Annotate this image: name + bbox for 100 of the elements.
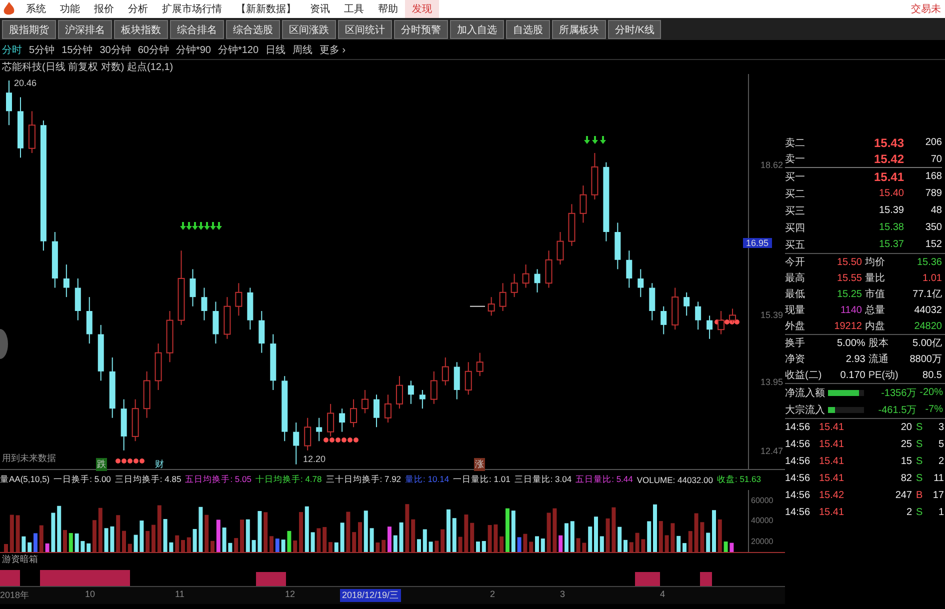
order-price: 15.42 [811, 151, 904, 168]
chart-marker: 涨 [474, 458, 485, 471]
period-tab[interactable]: 分钟*90 [176, 42, 211, 56]
order-volume: 48 [930, 205, 942, 216]
flow-percent: -7% [924, 404, 943, 415]
price-line [470, 306, 486, 307]
period-tab[interactable]: 15分钟 [62, 42, 93, 56]
toolbar-button[interactable]: 综合排名 [170, 20, 224, 38]
flow-percent: -20% [920, 387, 943, 398]
menu-item[interactable]: 扩展市场行情 [155, 0, 229, 18]
candlestick [638, 268, 644, 298]
indicator-value: 三十日均换手: 7.92 [326, 474, 402, 486]
tick-time: 14:56 [785, 456, 810, 467]
indicator-value: 一日换手: 5.00 [54, 474, 111, 486]
menu-item[interactable]: 帮助 [371, 0, 405, 18]
tick-price: 15.41 [818, 473, 844, 484]
date-axis-label: 2 [490, 589, 496, 599]
menu-item[interactable]: 工具 [337, 0, 371, 18]
period-tab[interactable]: 周线 [292, 42, 313, 56]
candlestick [510, 273, 518, 298]
date-axis-label: 3 [560, 589, 566, 599]
candlestick [580, 185, 587, 224]
tick-price: 15.41 [818, 422, 844, 433]
period-tab[interactable]: 分时 [2, 42, 22, 56]
toolbar-button[interactable]: 分时/K线 [608, 20, 662, 38]
menu-item[interactable]: 分析 [121, 0, 155, 18]
toolbar-button[interactable]: 自选股 [506, 20, 550, 38]
date-axis-label: 11 [175, 589, 184, 599]
tick-price: 15.42 [818, 490, 844, 501]
stat-value: 15.36 [916, 256, 942, 268]
candlestick [419, 390, 426, 410]
candlestick [201, 287, 208, 321]
period-tab[interactable]: 分钟*120 [218, 42, 259, 56]
tick-volume: 2 [905, 507, 912, 518]
toolbar-button[interactable]: 分时预警 [394, 20, 448, 38]
indicator-value: 五日量比: 5.44 [576, 474, 633, 486]
menu-item[interactable]: 【新新数据】 [229, 0, 303, 18]
toolbar-button[interactable]: 加入自选 [450, 20, 504, 38]
trade-link[interactable]: 交易未 [911, 2, 945, 16]
toolbar-button[interactable]: 所属板块 [552, 20, 606, 38]
toolbar-button[interactable]: 板块指数 [114, 20, 168, 38]
menu-item[interactable]: 发现 [405, 0, 439, 18]
price-axis-label: 18.62 [760, 160, 783, 170]
menu-item[interactable]: 资讯 [303, 0, 337, 18]
candlestick [190, 268, 196, 307]
tick-side: S [916, 456, 924, 467]
candlestick [488, 296, 495, 316]
price-axis-label: 13.95 [760, 377, 783, 388]
period-tab[interactable]: 更多 › [320, 42, 346, 56]
toolbar-button[interactable]: 股指期货 [2, 20, 56, 38]
candlestick [384, 394, 392, 424]
dot-marker-row [324, 438, 358, 442]
candlestick [74, 278, 81, 321]
flow-amount: -461.5万 [877, 404, 917, 416]
period-tab[interactable]: 5分钟 [29, 42, 55, 56]
indicator-value: 收盘: 51.63 [716, 474, 761, 486]
candlestick [86, 296, 92, 344]
stat-label: PE(动) [868, 369, 898, 382]
menu-item[interactable]: 系统 [19, 0, 53, 18]
stat-label: 内盘 [865, 320, 885, 333]
tick-time: 14:56 [785, 422, 810, 433]
stat-value: 15.55 [836, 272, 862, 284]
order-book-label: 卖二 [785, 136, 806, 150]
stat-value: 24820 [913, 320, 942, 332]
period-tab[interactable]: 60分钟 [138, 42, 169, 56]
indicator-value: 量比: 10.14 [405, 474, 450, 486]
candlestick [327, 403, 334, 437]
order-book-label: 卖一 [785, 151, 811, 168]
date-axis-label: 4 [660, 589, 666, 599]
candlestick [304, 417, 312, 451]
tick-volume: 247 [894, 490, 912, 501]
candlestick [706, 315, 713, 340]
period-tab[interactable]: 30分钟 [100, 42, 131, 56]
stat-label: 流通 [868, 352, 890, 366]
order-book-label: 买二 [785, 188, 806, 200]
indicator-value: 量AA(5,10,5) [0, 474, 50, 486]
menu-item[interactable]: 报价 [87, 0, 121, 18]
toolbar-button[interactable]: 沪深排名 [58, 20, 112, 38]
order-book-label: 买一 [785, 170, 806, 184]
tick-volume: 25 [900, 439, 912, 450]
candlestick [339, 408, 346, 432]
candlestick [6, 80, 12, 126]
date-axis-label: 10 [85, 589, 96, 599]
volume-axis-label: 40000 [751, 516, 774, 526]
indicator-value: VOLUME: 44032.00 [636, 475, 713, 485]
candlestick [442, 356, 449, 386]
toolbar-button[interactable]: 区间统计 [338, 20, 392, 38]
candlestick [28, 110, 36, 154]
menu-item[interactable]: 功能 [53, 0, 87, 18]
flow-label: 净流入额 [785, 386, 825, 400]
candlestick [316, 417, 322, 442]
stat-label: 换手 [785, 336, 806, 350]
candlestick [235, 282, 242, 316]
stat-value: 19212 [833, 320, 862, 332]
candlestick [396, 376, 403, 410]
toolbar-button[interactable]: 区间涨跌 [282, 20, 336, 38]
order-volume: 70 [904, 151, 942, 168]
toolbar-button[interactable]: 综合选股 [226, 20, 280, 38]
period-tab[interactable]: 日线 [266, 42, 286, 56]
order-price: 15.37 [878, 239, 904, 250]
